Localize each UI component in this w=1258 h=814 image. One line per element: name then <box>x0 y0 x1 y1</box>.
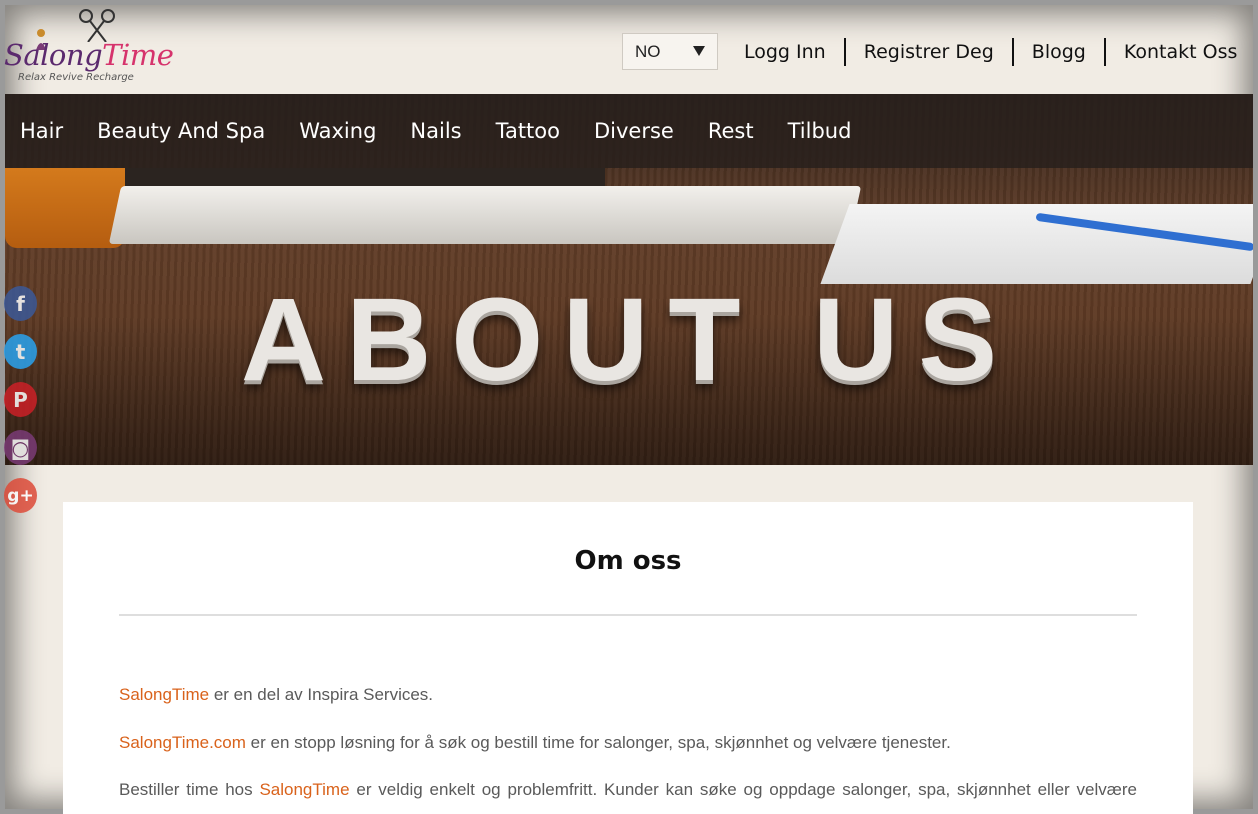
paragraph-text: er en del av Inspira Services. <box>209 685 434 704</box>
about-hero-banner: ABOUT US Hair Beauty And Spa Waxing Nail… <box>5 94 1253 465</box>
site-logo[interactable]: SalongTime Relax Revive Recharge <box>4 8 190 88</box>
nav-item-nails[interactable]: Nails <box>395 119 480 143</box>
nav-item-rest[interactable]: Rest <box>693 119 773 143</box>
paragraph-text: er en stopp løsning for å søk og bestill… <box>245 733 951 752</box>
language-select[interactable]: NO <box>622 33 718 70</box>
about-paragraph-2: SalongTime.com er en stopp løsning for å… <box>119 732 1137 754</box>
instagram-icon[interactable]: ◙ <box>4 430 37 465</box>
language-selected-value: NO <box>635 42 661 61</box>
about-content-card: Om oss SalongTime er en del av Inspira S… <box>63 502 1193 814</box>
social-share-bar: f t P ◙ g+ <box>4 286 37 513</box>
logo-wordmark: SalongTime <box>4 38 174 72</box>
hero-laptop-image <box>108 186 862 244</box>
page-frame: SalongTime Relax Revive Recharge NO Logg… <box>0 0 1258 814</box>
google-plus-icon[interactable]: g+ <box>4 478 37 513</box>
nav-item-hair[interactable]: Hair <box>5 119 82 143</box>
caret-down-icon <box>693 46 705 56</box>
brand-link[interactable]: SalongTime <box>119 685 209 704</box>
nav-item-tilbud[interactable]: Tilbud <box>773 119 871 143</box>
register-link[interactable]: Registrer Deg <box>846 38 1012 66</box>
logo-tagline: Relax Revive Recharge <box>18 72 134 83</box>
about-paragraph-3: Bestiller time hos SalongTime er veldig … <box>119 779 1137 801</box>
blog-link[interactable]: Blogg <box>1014 38 1104 66</box>
paragraph-text: Bestiller time hos <box>119 780 260 799</box>
login-link[interactable]: Logg Inn <box>726 38 844 66</box>
nav-item-diverse[interactable]: Diverse <box>579 119 693 143</box>
main-nav: Hair Beauty And Spa Waxing Nails Tattoo … <box>5 94 1253 168</box>
nav-item-waxing[interactable]: Waxing <box>284 119 395 143</box>
pinterest-icon[interactable]: P <box>4 382 37 417</box>
brand-link[interactable]: SalongTime.com <box>119 733 246 752</box>
nav-item-beauty-and-spa[interactable]: Beauty And Spa <box>82 119 284 143</box>
nav-item-tattoo[interactable]: Tattoo <box>481 119 579 143</box>
title-divider <box>119 614 1137 616</box>
scissors-icon <box>79 9 115 42</box>
hero-cup-image <box>5 168 125 248</box>
facebook-icon[interactable]: f <box>4 286 37 321</box>
account-links: Logg Inn Registrer Deg Blogg Kontakt Oss <box>726 38 1255 66</box>
twitter-icon[interactable]: t <box>4 334 37 369</box>
paragraph-text: er veldig enkelt og problemfritt. Kunder… <box>349 780 1137 799</box>
contact-link[interactable]: Kontakt Oss <box>1106 38 1256 66</box>
about-paragraph-1: SalongTime er en del av Inspira Services… <box>119 684 1137 706</box>
top-header: SalongTime Relax Revive Recharge NO Logg… <box>0 0 1258 94</box>
page-title: Om oss <box>574 546 682 576</box>
brand-link[interactable]: SalongTime <box>259 780 349 799</box>
hero-title: ABOUT US <box>240 274 1018 406</box>
